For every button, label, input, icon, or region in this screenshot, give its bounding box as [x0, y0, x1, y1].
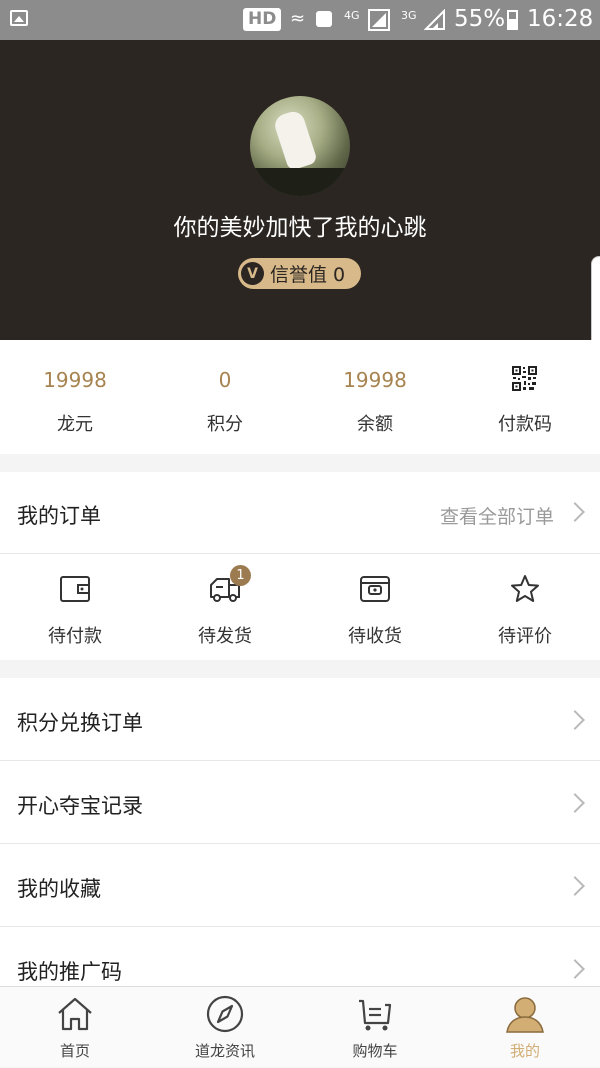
- chevron-right-icon: [565, 793, 585, 813]
- stat-value: 19998: [43, 368, 107, 392]
- chevron-right-icon: [565, 876, 585, 896]
- profile-header: 你的美妙加快了我的心跳 V 信誉值 0: [0, 40, 600, 340]
- chevron-right-icon: [565, 710, 585, 730]
- qr-code-icon: [512, 366, 537, 391]
- battery-percent: 55%: [454, 6, 506, 32]
- chevron-right-icon: [565, 959, 585, 979]
- nav-label: 道龙资讯: [194, 1042, 255, 1060]
- stat-balance[interactable]: 19998 余额: [300, 340, 450, 454]
- stat-label: 积分: [207, 414, 243, 435]
- nav-label: 购物车: [352, 1042, 398, 1060]
- stat-label: 付款码: [498, 414, 552, 435]
- nav-home[interactable]: 首页: [0, 987, 150, 1068]
- nav-news[interactable]: 道龙资讯: [150, 987, 300, 1068]
- avatar-figure: [272, 108, 318, 172]
- battery-icon: [507, 10, 518, 30]
- credit-score-badge[interactable]: V 信誉值 0: [238, 258, 361, 289]
- my-orders-row[interactable]: 我的订单 查看全部订单: [0, 472, 600, 554]
- stat-points[interactable]: 0 积分: [150, 340, 300, 454]
- bottom-nav: 首页 道龙资讯 购物车 我的: [0, 986, 600, 1067]
- network-3g-label: 3G: [401, 9, 417, 22]
- menu-item-label: 开心夺宝记录: [17, 794, 143, 818]
- user-nickname: 你的美妙加快了我的心跳: [173, 215, 427, 241]
- home-icon: [58, 997, 92, 1031]
- nav-label: 首页: [59, 1042, 90, 1060]
- order-status-label: 待收货: [348, 626, 402, 647]
- menu-item-treasure-records[interactable]: 开心夺宝记录: [0, 761, 600, 844]
- user-icon: [506, 997, 544, 1033]
- sync-icon: [316, 11, 332, 27]
- clock: 16:28: [527, 6, 594, 32]
- menu-list: 积分兑换订单 开心夺宝记录 我的收藏 我的推广码: [0, 678, 600, 1010]
- order-pending-shipment[interactable]: 1 待发货: [150, 554, 300, 660]
- nav-label: 我的: [509, 1042, 540, 1060]
- credit-icon: V: [241, 262, 264, 285]
- nav-cart[interactable]: 购物车: [300, 987, 450, 1068]
- menu-item-label: 积分兑换订单: [17, 711, 143, 735]
- stat-longyuan[interactable]: 19998 龙元: [0, 340, 150, 454]
- cart-icon: [359, 999, 392, 1031]
- status-bar: HD ≈ 4G 3G 55% 16:28: [0, 0, 600, 40]
- star-icon: [511, 575, 539, 602]
- orders-title: 我的订单: [17, 504, 101, 528]
- avatar-ground: [250, 168, 350, 196]
- signal-icon: [424, 9, 445, 30]
- chevron-right-icon: [565, 502, 585, 522]
- stat-value: 19998: [343, 368, 407, 392]
- menu-item-points-orders[interactable]: 积分兑换订单: [0, 678, 600, 761]
- wallet-icon: [60, 576, 90, 602]
- network-4g-label: 4G: [344, 9, 360, 22]
- wifi-icon: ≈: [290, 8, 306, 29]
- stat-label: 龙元: [57, 414, 93, 435]
- account-stats: 19998 龙元 0 积分 19998 余额 付款码: [0, 340, 600, 454]
- stat-value: 0: [218, 368, 232, 392]
- hd-indicator: HD: [243, 8, 282, 31]
- menu-item-label: 我的收藏: [17, 877, 101, 901]
- order-pending-payment[interactable]: 待付款: [0, 554, 150, 660]
- signal-icon: [368, 9, 390, 31]
- stat-label: 余额: [357, 414, 393, 435]
- order-pending-review[interactable]: 待评价: [450, 554, 600, 660]
- order-status-bar: 待付款 1 待发货 待收货 待评价: [0, 554, 600, 660]
- view-all-orders-link[interactable]: 查看全部订单: [440, 502, 554, 529]
- menu-item-label: 我的推广码: [17, 960, 122, 984]
- order-pending-receipt[interactable]: 待收货: [300, 554, 450, 660]
- menu-item-favorites[interactable]: 我的收藏: [0, 844, 600, 927]
- credit-score-label: 信誉值 0: [270, 264, 346, 286]
- order-status-label: 待付款: [48, 626, 102, 647]
- order-status-label: 待发货: [198, 626, 252, 647]
- stat-payment-code[interactable]: 付款码: [450, 340, 600, 454]
- avatar[interactable]: [250, 96, 350, 196]
- box-icon: [360, 576, 390, 602]
- compass-icon: [206, 995, 244, 1033]
- order-count-badge: 1: [230, 565, 251, 586]
- nav-me[interactable]: 我的: [450, 987, 600, 1068]
- image-notification-icon: [10, 10, 28, 26]
- order-status-label: 待评价: [498, 626, 552, 647]
